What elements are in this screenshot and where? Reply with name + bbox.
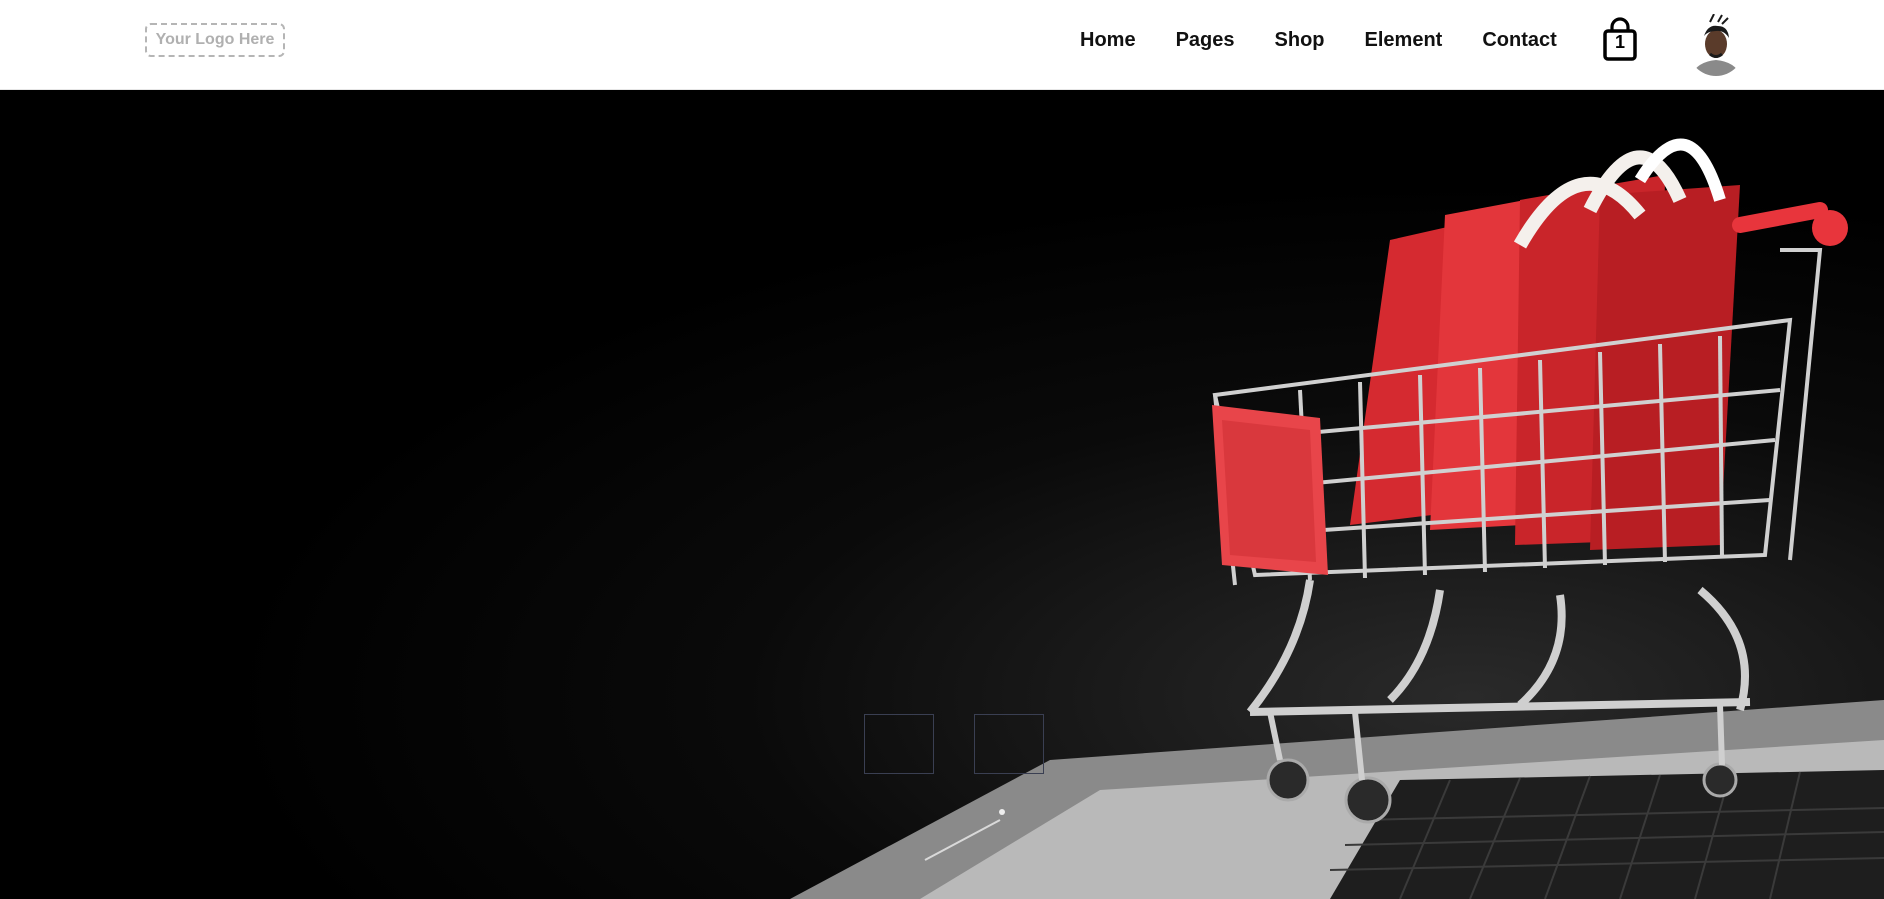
avatar-image (1688, 13, 1744, 76)
nav-shop[interactable]: Shop (1275, 29, 1325, 52)
site-logo[interactable]: Your Logo Here (145, 23, 285, 57)
site-header: Your Logo Here Home Pages Shop Element C… (0, 0, 1884, 90)
user-avatar[interactable] (1688, 13, 1744, 80)
cart-count-badge: 1 (1614, 32, 1625, 52)
hero-banner (0, 90, 1884, 899)
slider-prev-button[interactable] (864, 714, 934, 774)
slider-next-button[interactable] (974, 714, 1044, 774)
nav-element[interactable]: Element (1365, 29, 1443, 52)
cart-button[interactable]: 1 (1600, 16, 1640, 62)
nav-pages[interactable]: Pages (1176, 29, 1235, 52)
nav-contact[interactable]: Contact (1482, 29, 1556, 52)
main-nav: Home Pages Shop Element Contact (1080, 0, 1557, 80)
nav-home[interactable]: Home (1080, 29, 1136, 52)
hero-cart-image (790, 138, 1884, 899)
